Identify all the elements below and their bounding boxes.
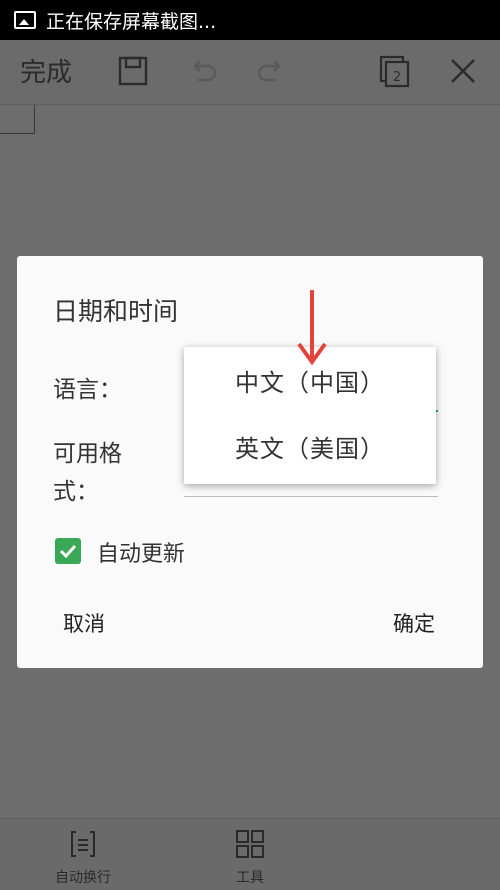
screenshot-icon xyxy=(14,11,36,29)
cancel-button[interactable]: 取消 xyxy=(63,608,105,638)
confirm-button[interactable]: 确定 xyxy=(393,608,435,638)
grid-icon xyxy=(236,830,264,858)
language-label: 语言： xyxy=(53,377,122,403)
page-count: 2 xyxy=(393,70,401,85)
auto-update-label: 自动更新 xyxy=(97,542,186,567)
undo-icon[interactable] xyxy=(186,54,220,88)
status-text: 正在保存屏幕截图... xyxy=(46,10,217,33)
editor-toolbar: 完成 2 xyxy=(0,40,500,105)
word-wrap-button[interactable]: 自动换行 xyxy=(33,829,133,887)
annotation-arrow-icon xyxy=(297,290,327,366)
format-label-line1: 可用格 xyxy=(53,441,122,467)
option-english-us[interactable]: 英文（美国） xyxy=(184,419,436,479)
bottom-toolbar: 自动换行 工具 xyxy=(0,818,500,890)
page-corner-marker xyxy=(0,105,35,134)
screen: 正在保存屏幕截图... 完成 2 自动换行 工具 日期和时间 语言： 可用格 式… xyxy=(0,0,500,890)
format-label-line2: 式： xyxy=(53,479,99,505)
pages-icon[interactable]: 2 xyxy=(378,54,412,88)
redo-icon[interactable] xyxy=(254,54,288,88)
save-icon[interactable] xyxy=(116,54,150,88)
wrap-icon xyxy=(71,831,95,857)
close-icon[interactable] xyxy=(446,54,480,88)
format-select[interactable] xyxy=(184,496,438,497)
status-bar: 正在保存屏幕截图... xyxy=(0,0,500,40)
dialog-title: 日期和时间 xyxy=(53,297,179,326)
auto-update-checkbox[interactable] xyxy=(55,538,81,564)
done-button[interactable]: 完成 xyxy=(20,52,72,89)
checkmark-icon xyxy=(59,544,77,559)
tools-button[interactable]: 工具 xyxy=(200,829,300,887)
word-wrap-label: 自动换行 xyxy=(55,870,111,886)
tools-label: 工具 xyxy=(236,870,264,886)
